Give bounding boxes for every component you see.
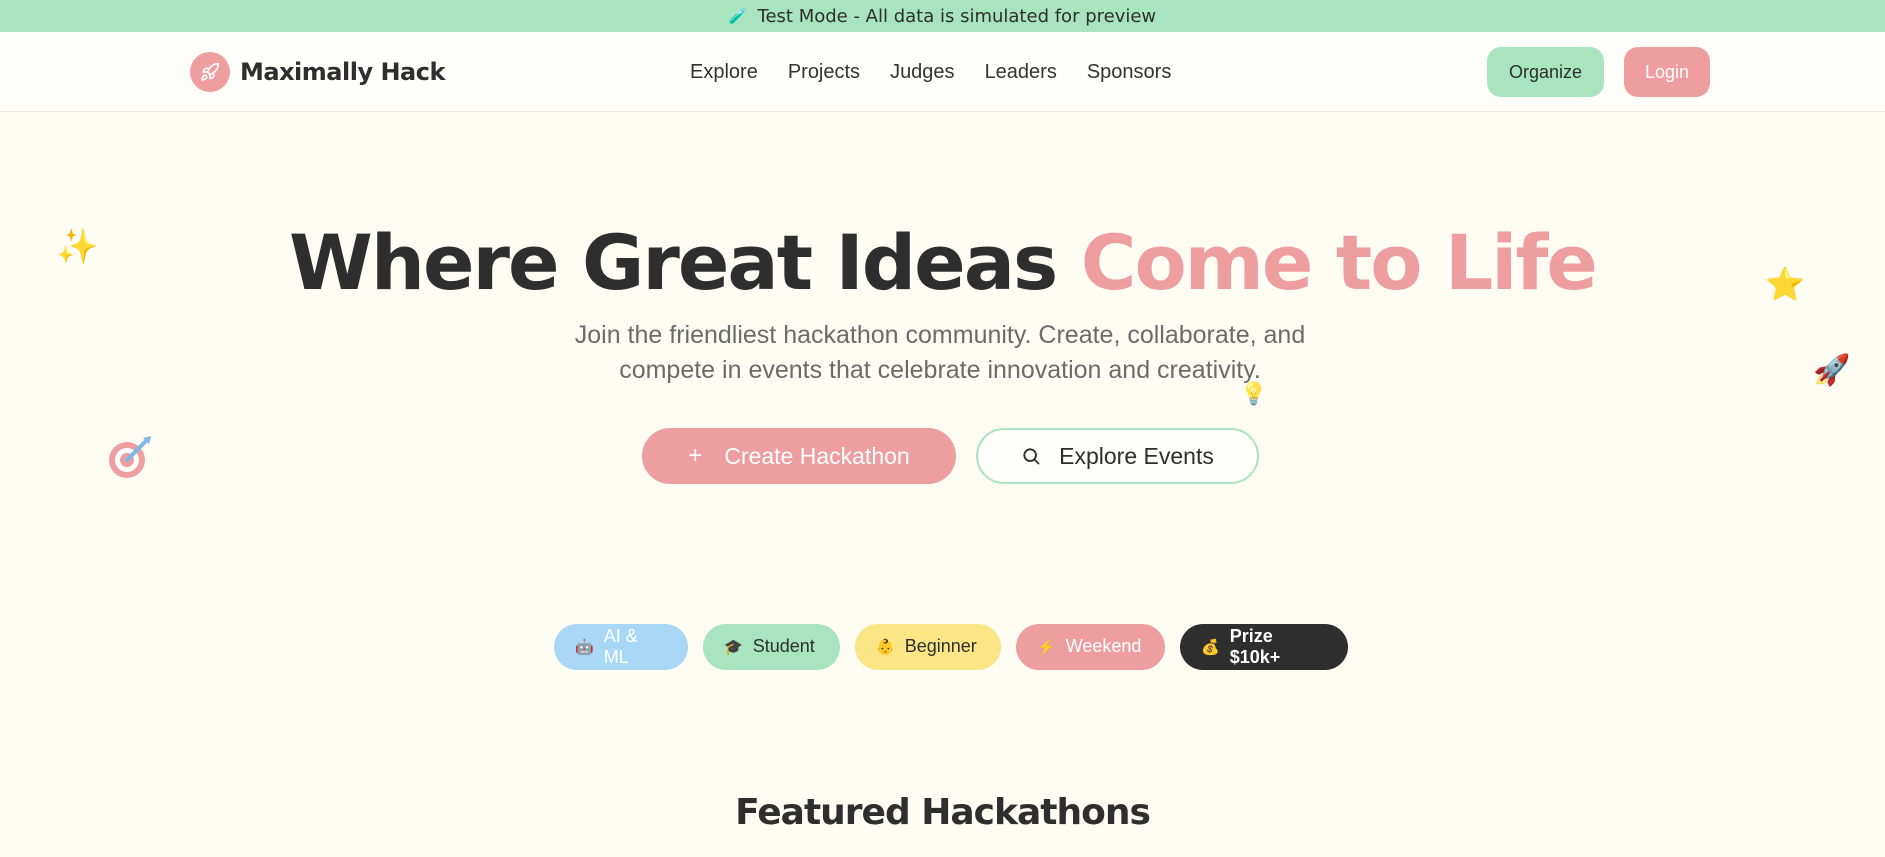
brand-logo-link[interactable]: Maximally Hack xyxy=(190,52,445,92)
nav-link-sponsors[interactable]: Sponsors xyxy=(1087,61,1172,84)
tag-prize[interactable]: 💰 Prize $10k+ xyxy=(1180,623,1348,670)
hero-subtitle: Join the friendliest hackathon community… xyxy=(574,321,1306,384)
create-hackathon-button[interactable]: + Create Hackathon xyxy=(642,428,956,484)
hero-title: Where Great Ideas Come to Life xyxy=(0,218,1885,307)
lightning-icon: ⚡ xyxy=(1037,638,1056,656)
tag-label: Beginner xyxy=(904,636,977,656)
hero-title-highlight: Come to Life xyxy=(1080,218,1598,307)
tag-ai-ml[interactable]: 🤖 AI & ML xyxy=(554,623,688,670)
nav-link-explore[interactable]: Explore xyxy=(690,61,758,84)
robot-icon: 🤖 xyxy=(575,638,594,656)
test-mode-banner: 🧪 Test Mode - All data is simulated for … xyxy=(0,0,1885,32)
rocket-icon xyxy=(190,52,230,92)
rocket-decoration-icon: 🚀 xyxy=(1813,353,1851,388)
login-button[interactable]: Login xyxy=(1624,47,1710,97)
brand-name: Maximally Hack xyxy=(240,58,445,86)
create-hackathon-label: Create Hackathon xyxy=(724,442,910,469)
tag-label: AI & ML xyxy=(603,625,638,667)
featured-hackathons-heading: Featured Hackathons xyxy=(735,792,1151,833)
plus-icon: + xyxy=(688,442,703,469)
search-icon xyxy=(1021,446,1041,466)
banner-text: Test Mode - All data is simulated for pr… xyxy=(757,5,1157,27)
nav-link-projects[interactable]: Projects xyxy=(788,61,860,84)
baby-icon: 👶 xyxy=(876,638,895,656)
hero-title-part1: Where Great Ideas xyxy=(289,218,1081,307)
tag-weekend[interactable]: ⚡ Weekend xyxy=(1016,623,1165,670)
tag-label: Weekend xyxy=(1065,636,1142,656)
top-navbar: Maximally Hack Explore Projects Judges L… xyxy=(0,32,1885,112)
graduation-cap-icon: 🎓 xyxy=(724,638,743,656)
nav-link-judges[interactable]: Judges xyxy=(890,61,955,84)
tag-label: Student xyxy=(752,636,815,656)
organize-button[interactable]: Organize xyxy=(1487,47,1604,97)
target-icon xyxy=(107,434,153,486)
explore-events-button[interactable]: Explore Events xyxy=(976,428,1259,484)
tag-label: Prize $10k+ xyxy=(1229,625,1281,667)
nav-links: Explore Projects Judges Leaders Sponsors xyxy=(690,52,1201,92)
category-tags: 🤖 AI & ML 🎓 Student 👶 Beginner ⚡ Weekend… xyxy=(554,623,1363,670)
tag-student[interactable]: 🎓 Student xyxy=(703,623,840,670)
test-tube-icon: 🧪 xyxy=(728,7,748,25)
money-bag-icon: 💰 xyxy=(1201,638,1220,656)
nav-link-leaders[interactable]: Leaders xyxy=(985,61,1057,84)
tag-beginner[interactable]: 👶 Beginner xyxy=(855,623,1001,670)
explore-events-label: Explore Events xyxy=(1059,442,1214,469)
